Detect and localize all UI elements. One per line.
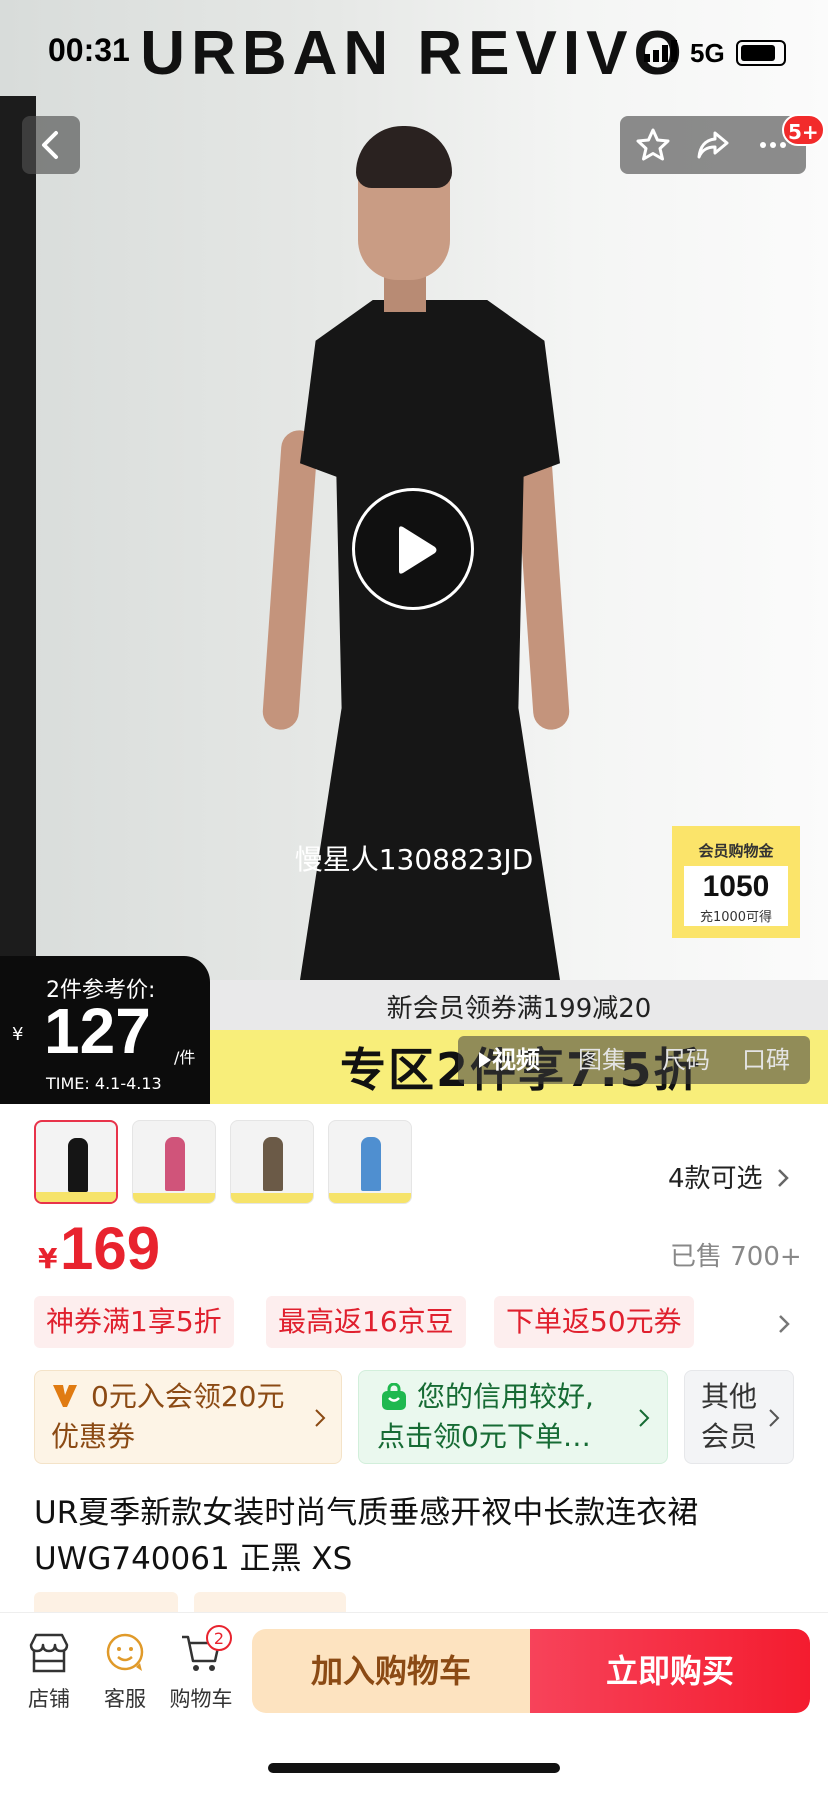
price-value: 169: [60, 1215, 161, 1282]
service-chat-icon: [106, 1633, 144, 1671]
member-card-sub: 充1000可得: [699, 910, 773, 925]
chevron-right-icon: [777, 1169, 789, 1187]
promo-tag[interactable]: 神券满1享5折: [34, 1296, 234, 1348]
chevron-left-icon: [42, 131, 58, 159]
model-dress: [300, 300, 560, 980]
tab-gallery[interactable]: 图集: [578, 1036, 626, 1084]
promo-tag[interactable]: 下单返50元券: [494, 1296, 694, 1348]
benefit-line1: 0元入会领20元: [91, 1380, 285, 1413]
product-title: UR夏季新款女装时尚气质垂感开衩中长款连衣裙UWG740061 正黑 XS: [34, 1495, 699, 1577]
cart-count-badge: 2: [206, 1625, 232, 1651]
variant-figure: [68, 1138, 88, 1192]
share-button[interactable]: [684, 116, 742, 174]
variant-figure: [361, 1137, 381, 1191]
benefit-line2: 点击领0元下单…: [377, 1420, 591, 1453]
variant-foot: [329, 1193, 411, 1203]
promo-tag[interactable]: 最高返16京豆: [266, 1296, 466, 1348]
cart-label: 购物车: [169, 1687, 233, 1711]
v-logo-icon: [53, 1385, 77, 1407]
feature-chip: [34, 1592, 178, 1612]
chevron-right-icon: [639, 1409, 650, 1427]
cart-button[interactable]: 2 购物车: [164, 1625, 238, 1713]
member-card-box: 1050 充1000可得: [684, 866, 788, 926]
add-to-cart-label: 加入购物车: [310, 1652, 471, 1690]
video-play-button[interactable]: [352, 488, 474, 610]
promo-line1: 新会员领券满199减20: [386, 994, 652, 1024]
back-button[interactable]: [22, 116, 80, 174]
feature-chip: [194, 1592, 346, 1612]
promo-more-chevron-icon[interactable]: [776, 1312, 792, 1336]
model-arm: [261, 429, 319, 731]
variant-foot: [231, 1193, 313, 1203]
media-tabs: 视频 图集 尺码 口碑: [458, 1036, 810, 1084]
ref-price-currency: ¥: [12, 1024, 24, 1045]
product-hero-media[interactable]: URBAN REVIVO 00:31 5G 5+ 慢星人1308823JD 会员…: [0, 0, 828, 1104]
benefit-line1: 您的信用较好,: [417, 1380, 594, 1413]
ref-price-value: 127: [44, 995, 151, 1067]
member-card-amount: 1050: [702, 870, 770, 903]
share-icon: [697, 131, 729, 159]
variant-foot: [36, 1192, 116, 1202]
benefit-line2: 会员: [701, 1420, 758, 1453]
chevron-right-icon: [315, 1409, 326, 1427]
battery-icon: [736, 40, 786, 66]
tab-size[interactable]: 尺码: [662, 1036, 710, 1084]
ref-price-time: TIME: 4.1-4.13: [46, 1074, 162, 1093]
home-indicator: [268, 1763, 560, 1773]
join-member-card[interactable]: 0元入会领20元 优惠券: [34, 1370, 342, 1464]
member-credit-card[interactable]: 会员购物金 1050 充1000可得: [672, 826, 800, 938]
play-small-icon: [479, 1052, 491, 1068]
status-bar: 00:31 5G: [0, 30, 828, 76]
variant-thumb[interactable]: [34, 1120, 118, 1204]
variant-count-label: 4款可选: [668, 1164, 763, 1194]
member-card-title: 会员购物金: [698, 842, 774, 860]
reference-price-badge: 2件参考价: ¥ 127 /件 TIME: 4.1-4.13: [0, 956, 210, 1104]
buy-now-label: 立即购买: [605, 1652, 734, 1690]
variant-foot: [133, 1193, 215, 1203]
play-icon: [399, 526, 437, 574]
bottom-action-bar: 店铺 客服 2 购物车 加入购物车 立即购买: [0, 1612, 828, 1793]
favorite-button[interactable]: [624, 116, 682, 174]
variant-count-link[interactable]: 4款可选: [668, 1158, 791, 1195]
model-hair: [356, 126, 452, 188]
top-action-group: [620, 116, 806, 174]
message-badge: 5+: [782, 114, 825, 146]
ref-price-unit: /件: [174, 1048, 196, 1067]
signal-icon: [644, 40, 684, 67]
benefit-line1: 其他: [701, 1380, 758, 1413]
photo-edge: [0, 96, 36, 956]
customer-service-button[interactable]: 客服: [88, 1631, 162, 1713]
price-currency: ¥: [38, 1242, 58, 1275]
tab-reviews[interactable]: 口碑: [742, 1036, 790, 1084]
credit-card-offer[interactable]: 您的信用较好, 点击领0元下单…: [358, 1370, 668, 1464]
other-member-card[interactable]: 其他 会员: [684, 1370, 794, 1464]
variant-figure: [165, 1137, 185, 1191]
add-to-cart-button[interactable]: 加入购物车: [252, 1629, 530, 1713]
variant-figure: [263, 1137, 283, 1191]
variant-thumb[interactable]: [132, 1120, 216, 1204]
network-type: 5G: [690, 38, 725, 68]
store-icon: [29, 1633, 69, 1673]
chevron-right-icon: [769, 1409, 780, 1427]
new-member-promo: 新会员领券满199减20: [210, 980, 828, 1030]
status-time: 00:31: [48, 32, 130, 68]
sold-count: 已售 700+: [670, 1242, 802, 1272]
tab-video-label: 视频: [492, 1046, 540, 1074]
tab-video[interactable]: 视频: [478, 1036, 540, 1084]
benefit-line2: 优惠券: [51, 1420, 136, 1453]
star-icon: [636, 128, 670, 161]
service-label: 客服: [104, 1687, 146, 1711]
shop-button[interactable]: 店铺: [12, 1631, 86, 1713]
shop-label: 店铺: [28, 1687, 70, 1711]
buy-now-button[interactable]: 立即购买: [530, 1629, 810, 1713]
shopping-bag-icon: [382, 1383, 406, 1410]
variant-thumb[interactable]: [230, 1120, 314, 1204]
variant-thumb[interactable]: [328, 1120, 412, 1204]
